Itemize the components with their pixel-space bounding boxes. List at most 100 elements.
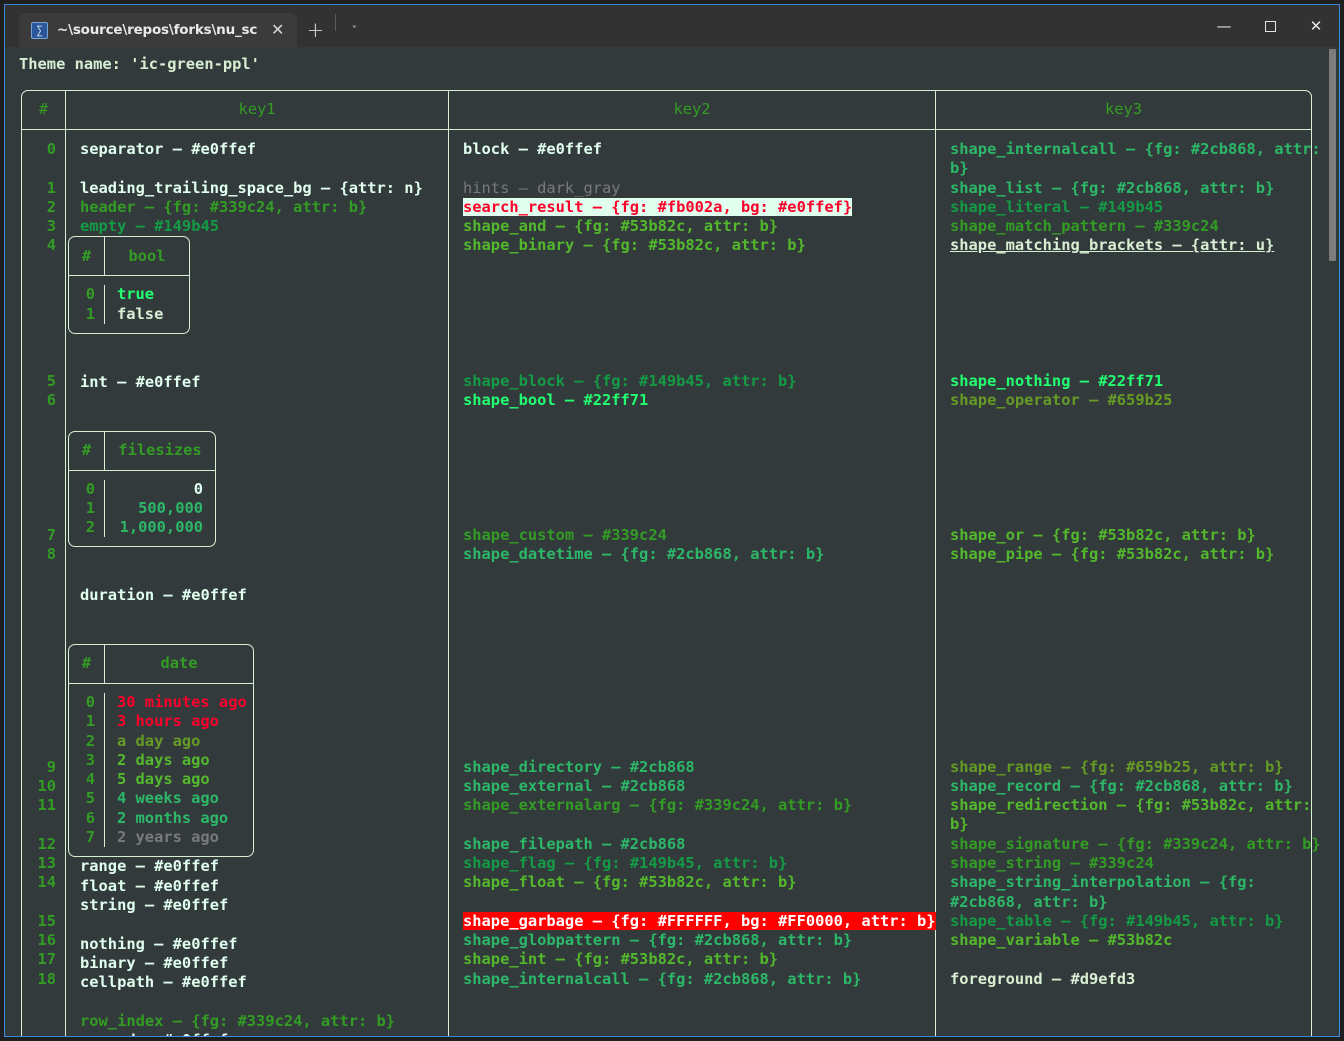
row-index xyxy=(22,680,56,699)
table-line: shape_match_pattern – #339c24 xyxy=(950,217,1219,236)
minimize-button[interactable]: — xyxy=(1201,5,1247,47)
table-line: shape_nothing – #22ff71 xyxy=(950,371,1164,390)
table-line xyxy=(950,680,1313,699)
table-body: 0 1234 56 78 9 10 11 12 13 14 15 16 17 18 separ… xyxy=(22,130,1321,1036)
table-line xyxy=(463,680,935,699)
new-tab-button[interactable]: + xyxy=(297,13,333,47)
subtable-row-index: 1 xyxy=(85,498,95,517)
table-line: shape_binary – {fg: #53b82c, attr: b} xyxy=(463,236,806,255)
date-header-index: # xyxy=(69,644,105,683)
row-index xyxy=(22,603,56,622)
table-line: shape_block – {fg: #149b45, attr: b} xyxy=(463,371,797,390)
table-line xyxy=(950,468,1313,487)
tab-title: ~\source\repos\forks\nu_scrip xyxy=(57,22,257,38)
table-line xyxy=(463,507,935,526)
table-line: #2cb868, attr: b} xyxy=(950,892,1108,911)
subtable-row-value: 2 years ago xyxy=(117,828,219,847)
subtable-row-value: 30 minutes ago xyxy=(117,692,247,711)
table-line: shape_globpattern – {fg: #2cb868, attr: … xyxy=(463,931,853,950)
table-line: shape_range – {fg: #659b25, attr: b} xyxy=(950,757,1284,776)
table-line: shape_int – {fg: #53b82c, attr: b} xyxy=(463,950,779,969)
table-line: shape_external – #2cb868 xyxy=(463,776,686,795)
row-index: 13 xyxy=(37,853,56,872)
table-line xyxy=(463,352,935,371)
row-index: 18 xyxy=(37,969,56,988)
table-line: shape_matching_brackets – {attr: u} xyxy=(950,236,1275,255)
table-line: block – #e0ffef xyxy=(463,140,602,158)
table-line: shape_bool – #22ff71 xyxy=(463,390,649,409)
table-line: shape_literal – #149b45 xyxy=(950,197,1164,216)
table-line: shape_filepath – #2cb868 xyxy=(463,834,686,853)
close-window-button[interactable]: ✕ xyxy=(1293,5,1339,47)
close-tab-icon[interactable]: ✕ xyxy=(266,20,289,40)
table-line xyxy=(463,410,935,429)
table-line xyxy=(950,661,1313,680)
scrollbar-thumb[interactable] xyxy=(1329,49,1336,261)
subtable-row-index: 0 xyxy=(85,692,95,711)
table-line xyxy=(463,275,935,294)
table-line xyxy=(950,507,1313,526)
table-line: shape_pipe – {fg: #53b82c, attr: b} xyxy=(950,545,1275,564)
bool-subtable: # bool 01 true false xyxy=(68,236,190,335)
row-index xyxy=(22,893,56,912)
subtable-row-value: 2 days ago xyxy=(117,750,210,769)
table-line: shape_table – {fg: #149b45, attr: b} xyxy=(950,911,1284,930)
subtable-row-value: 3 hours ago xyxy=(117,712,219,731)
row-index xyxy=(22,468,56,487)
key1-top-lines: separator – #e0ffef leading_trailing_spa… xyxy=(66,140,448,236)
table-line: shape_directory – #2cb868 xyxy=(463,757,695,776)
table-line xyxy=(950,738,1313,757)
row-index xyxy=(22,719,56,738)
table-line xyxy=(463,700,935,719)
table-line: cellpath – #e0ffef xyxy=(80,973,247,992)
row-index xyxy=(22,584,56,603)
terminal-tab[interactable]: ∑ ~\source\repos\forks\nu_scrip ✕ xyxy=(19,13,298,47)
table-line xyxy=(463,584,935,603)
nushell-table: # key1 key2 key3 0 1234 56 78 9 10 11 12 13… xyxy=(21,90,1321,1036)
row-index xyxy=(22,449,56,468)
date-subtable-body: 01234567 30 minutes ago 3 hours ago a day … xyxy=(69,684,253,856)
table-line xyxy=(463,738,935,757)
terminal-body[interactable]: Theme name: 'ic-green-ppl' # key1 key2 k… xyxy=(5,47,1339,1036)
subtable-row-value: true xyxy=(117,285,155,304)
table-line: row_index – {fg: #339c24, attr: b} xyxy=(80,1011,396,1030)
table-line xyxy=(950,352,1313,371)
row-index: 9 xyxy=(46,757,56,776)
subtable-row-value: 5 days ago xyxy=(117,770,210,789)
bool-header-label: bool xyxy=(128,246,166,265)
table-line: search_result – {fg: #fb002a, bg: #e0ffe… xyxy=(463,197,853,216)
date-subtable-header: # date xyxy=(69,644,253,684)
table-line xyxy=(950,719,1313,738)
row-index xyxy=(22,815,56,834)
row-index xyxy=(22,314,56,333)
table-line: float – #e0ffef xyxy=(80,876,219,895)
bool-subtable-body: 01 true false xyxy=(69,276,189,333)
table-line xyxy=(950,603,1313,622)
table-line: b} xyxy=(950,159,969,178)
table-line: shape_datetime – {fg: #2cb868, attr: b} xyxy=(463,545,825,564)
subtable-row-index: 6 xyxy=(85,808,95,827)
key1-tail-lines: range – #e0ffef float – #e0ffef string – #… xyxy=(66,857,448,1036)
table-line xyxy=(950,333,1313,352)
table-line: separator – #e0ffef xyxy=(80,140,257,158)
table-line xyxy=(463,159,935,178)
row-index: 15 xyxy=(37,911,56,930)
table-line: b} xyxy=(950,815,969,834)
table-line xyxy=(950,429,1313,448)
subtable-row-index: 4 xyxy=(85,770,95,789)
filesizes-header-index: # xyxy=(69,431,105,470)
table-line xyxy=(463,719,935,738)
maximize-button[interactable] xyxy=(1247,5,1293,47)
row-index xyxy=(22,410,56,429)
table-line: shape_custom – #339c24 xyxy=(463,525,667,544)
subtable-row-value: 4 weeks ago xyxy=(117,789,219,808)
subtable-row-index: 5 xyxy=(85,789,95,808)
tab-dropdown-icon[interactable]: ˇ xyxy=(338,13,370,47)
table-line: hints – dark_gray xyxy=(463,178,621,197)
table-line: shape_string – #339c24 xyxy=(950,853,1154,872)
header-key3: key3 xyxy=(1104,100,1143,119)
row-index xyxy=(22,507,56,526)
table-line xyxy=(80,992,448,1011)
table-line xyxy=(463,642,935,661)
subtable-row-value: false xyxy=(117,304,164,323)
